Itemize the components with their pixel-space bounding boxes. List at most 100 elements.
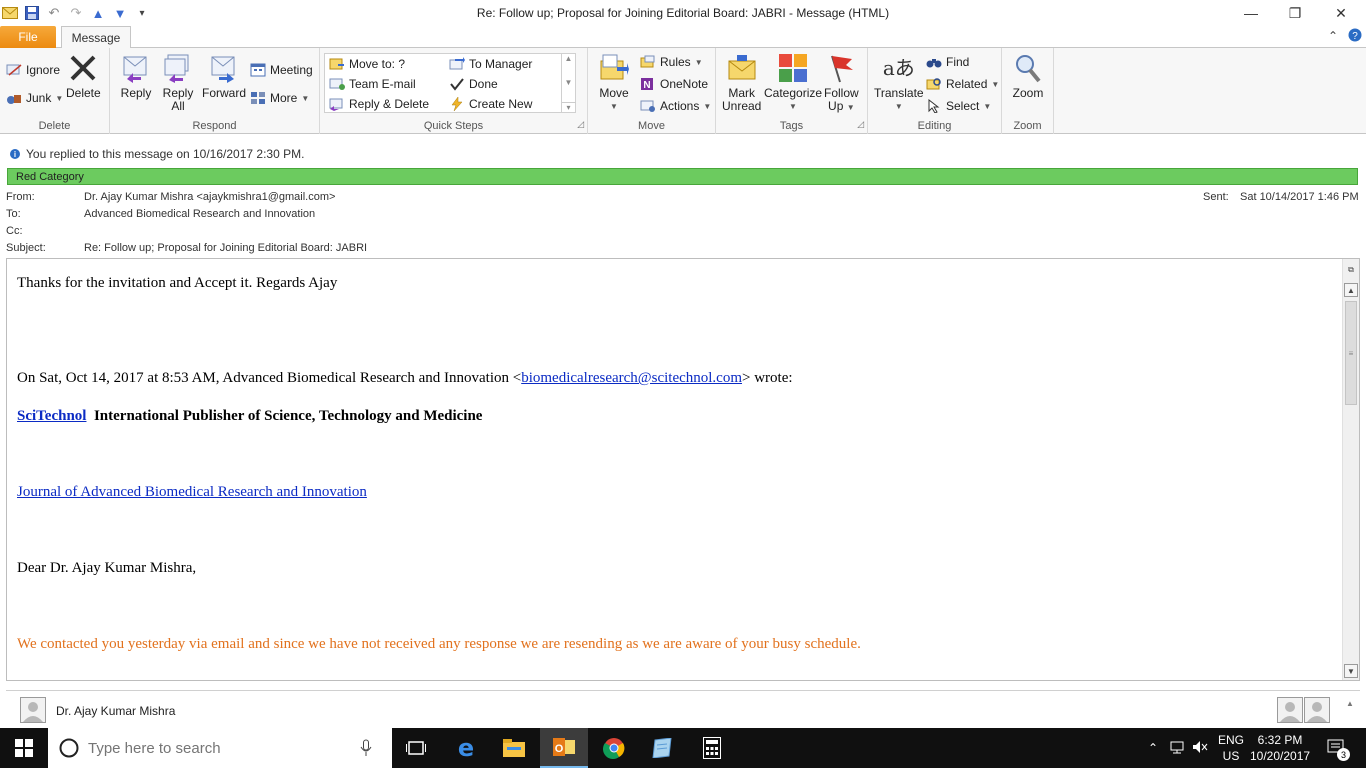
outlook-icon: O: [553, 738, 575, 756]
message-body[interactable]: Thanks for the invitation and Accept it.…: [6, 258, 1360, 681]
network-icon[interactable]: [1170, 740, 1186, 757]
to-label: To:: [6, 208, 21, 220]
zoom-button[interactable]: Zoom: [1012, 52, 1044, 100]
flag-icon: [825, 52, 857, 84]
quick-steps-scroll[interactable]: ▲ ▼ ▾: [561, 54, 576, 112]
rules-button[interactable]: Rules ▼: [640, 52, 703, 72]
show-hidden-icons[interactable]: ⌃: [1146, 741, 1160, 755]
quickstep-to-manager[interactable]: To Manager: [449, 54, 532, 74]
scitechnol-link[interactable]: SciTechnol: [17, 408, 86, 424]
related-icon: [926, 76, 942, 92]
outlook-button[interactable]: O: [540, 728, 588, 768]
translate-button[interactable]: aあ Translate ▼: [874, 52, 924, 113]
subject-label: Subject:: [6, 242, 46, 254]
reply-all-button[interactable]: Reply All: [162, 52, 194, 113]
clock-date: 10/20/2017: [1250, 749, 1311, 763]
sender-email-link[interactable]: biomedicalresearch@scitechnol.com: [521, 370, 742, 386]
tab-message[interactable]: Message: [61, 26, 131, 49]
scroll-up-button[interactable]: ▲: [1344, 283, 1358, 297]
close-button[interactable]: ✕: [1318, 0, 1364, 26]
scroll-down-icon[interactable]: ▼: [565, 78, 573, 87]
actions-button[interactable]: Actions ▼: [640, 96, 711, 116]
onenote-button[interactable]: N OneNote: [640, 74, 708, 94]
body-quote-header: On Sat, Oct 14, 2017 at 8:53 AM, Advance…: [17, 370, 793, 386]
search-input[interactable]: [88, 739, 348, 757]
scroll-up-icon[interactable]: ▲: [565, 54, 573, 63]
volume-muted-icon[interactable]: [1192, 740, 1208, 757]
info-icon: i: [10, 149, 20, 159]
unread-envelope-icon: [726, 52, 758, 84]
reply-button[interactable]: Reply: [120, 52, 152, 100]
rules-icon: [640, 54, 656, 70]
file-explorer-button[interactable]: [490, 728, 538, 768]
editing-group-label: Editing: [917, 120, 952, 132]
actions-icon: [640, 98, 656, 114]
body-scrollbar[interactable]: ⧉ ▲ ≡ ▼: [1342, 259, 1359, 680]
calculator-button[interactable]: [688, 728, 736, 768]
ignore-button[interactable]: Ignore: [6, 60, 60, 80]
reply-all-icon: [162, 52, 194, 84]
scrollbar-thumb[interactable]: ≡: [1345, 301, 1357, 405]
mark-unread-button[interactable]: Mark Unread: [722, 52, 761, 113]
gallery-expand-icon[interactable]: ▾: [561, 102, 576, 112]
move-button[interactable]: Move ▼: [598, 52, 630, 113]
quickstep-done[interactable]: Done: [449, 74, 498, 94]
taskbar-search[interactable]: [48, 728, 392, 768]
chrome-button[interactable]: [590, 728, 638, 768]
title-bar: ↶ ↷ ▲ ▼ ▾ Re: Follow up; Proposal for Jo…: [0, 0, 1366, 26]
find-button[interactable]: Find: [926, 52, 969, 72]
edge-button[interactable]: e: [442, 728, 490, 768]
scrollbar-options-icon[interactable]: ⧉: [1344, 263, 1358, 277]
quickstep-create-new[interactable]: Create New: [449, 94, 532, 114]
restore-button[interactable]: ❐: [1272, 0, 1318, 26]
cursor-icon: [926, 98, 942, 114]
tab-file[interactable]: File: [0, 26, 56, 48]
people-pane-name[interactable]: Dr. Ajay Kumar Mishra: [56, 704, 175, 718]
journal-link[interactable]: Journal of Advanced Biomedical Research …: [17, 484, 367, 500]
body-greeting: Dear Dr. Ajay Kumar Mishra,: [17, 560, 197, 576]
tags-group: Mark Unread Categorize ▼ Follow Up ▼ ◿ T…: [716, 48, 868, 134]
quickstep-move-to[interactable]: Move to: ?: [329, 54, 405, 74]
to-value[interactable]: Advanced Biomedical Research and Innovat…: [84, 208, 315, 220]
minimize-button[interactable]: —: [1228, 0, 1274, 26]
system-tray: ⌃: [1146, 728, 1208, 768]
contact-avatar-2[interactable]: [1304, 697, 1330, 723]
related-button[interactable]: Related ▼: [926, 74, 999, 94]
clock[interactable]: 6:32 PM 10/20/2017: [1250, 732, 1310, 764]
more-respond-button[interactable]: More ▼: [250, 88, 309, 108]
delete-x-icon: [67, 52, 99, 84]
move-folder-icon: [598, 52, 630, 84]
window-title: Re: Follow up; Proposal for Joining Edit…: [476, 6, 890, 20]
action-center-button[interactable]: 3: [1322, 728, 1352, 768]
microphone-icon[interactable]: [360, 739, 372, 757]
delete-button[interactable]: Delete: [66, 52, 101, 100]
contact-avatar-1[interactable]: [1277, 697, 1303, 723]
minimize-ribbon-icon[interactable]: ⌃: [1328, 29, 1338, 43]
from-value[interactable]: Dr. Ajay Kumar Mishra <ajaykmishra1@gmai…: [84, 191, 335, 203]
sender-avatar[interactable]: [20, 697, 46, 723]
task-view-button[interactable]: [392, 728, 440, 768]
categorize-button[interactable]: Categorize ▼: [764, 52, 822, 113]
quickstep-team-email[interactable]: Team E-mail: [329, 74, 416, 94]
sent-value: Sat 10/14/2017 1:46 PM: [1240, 191, 1359, 203]
follow-up-button[interactable]: Follow Up ▼: [824, 52, 859, 114]
editing-group: aあ Translate ▼ Find Related ▼ Select ▼ E…: [868, 48, 1002, 134]
start-button[interactable]: [0, 728, 48, 768]
category-bar[interactable]: Red Category: [7, 168, 1358, 185]
respond-group: Reply Reply All Forward Meeting More ▼ R…: [110, 48, 320, 134]
calculator-icon: [703, 737, 721, 759]
scroll-down-button[interactable]: ▼: [1344, 664, 1358, 678]
expand-people-pane-icon[interactable]: ▲: [1346, 699, 1354, 708]
body-reply-line: Thanks for the invitation and Accept it.…: [17, 275, 338, 291]
body-brand-line: SciTechnol International Publisher of Sc…: [17, 408, 483, 424]
reply-icon: [120, 52, 152, 84]
language-indicator[interactable]: ENG US: [1216, 732, 1246, 764]
notepad-app-button[interactable]: [638, 728, 686, 768]
junk-button[interactable]: Junk ▼: [6, 88, 63, 108]
select-button[interactable]: Select ▼: [926, 96, 991, 116]
help-icon[interactable]: ?: [1348, 28, 1362, 45]
zoom-group: Zoom Zoom: [1002, 48, 1054, 134]
meeting-button[interactable]: Meeting: [250, 60, 313, 80]
quickstep-reply-delete[interactable]: Reply & Delete: [329, 94, 429, 114]
forward-button[interactable]: Forward: [202, 52, 246, 100]
